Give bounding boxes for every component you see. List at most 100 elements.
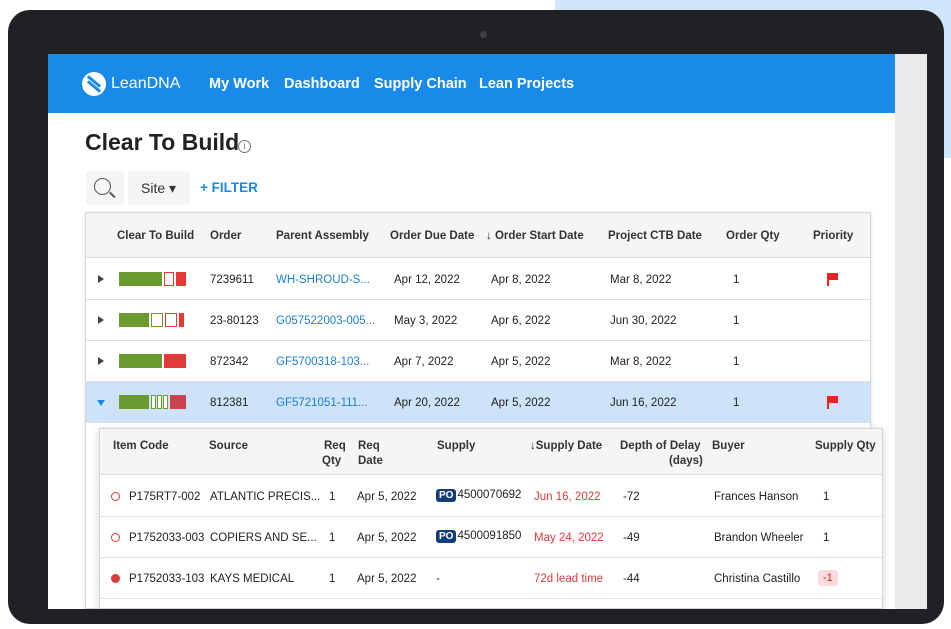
site-dropdown[interactable]: Site ▾ <box>128 171 190 205</box>
due-date-cell: Apr 7, 2022 <box>394 356 454 368</box>
col-item-code[interactable]: Item Code <box>113 439 169 454</box>
col-req-qty-line2[interactable]: Qty <box>322 454 341 469</box>
parent-assembly-link[interactable]: G057522003-005... <box>276 315 375 327</box>
supply-qty-cell: 1 <box>823 491 830 503</box>
expand-caret-icon[interactable] <box>98 275 104 283</box>
col-supply-date[interactable]: ↓Supply Date <box>530 439 602 454</box>
top-nav-bar: LeanDNA My Work Dashboard Supply Chain L… <box>48 54 895 113</box>
col-source[interactable]: Source <box>209 439 248 454</box>
parent-assembly-link[interactable]: GF5700318-103... <box>276 356 369 368</box>
supply-qty-cell: 1 <box>823 532 830 544</box>
supply-cell: - <box>436 573 440 585</box>
ctb-date-cell: Mar 8, 2022 <box>610 356 672 368</box>
ctb-segment-red <box>164 354 186 368</box>
col-order[interactable]: Order <box>210 230 241 242</box>
nav-supply-chain[interactable]: Supply Chain <box>374 76 467 92</box>
col-supply-qty[interactable]: Supply Qty <box>815 439 876 454</box>
qty-cell: 1 <box>733 397 740 409</box>
info-icon[interactable]: i <box>238 140 251 153</box>
qty-cell: 1 <box>733 356 740 368</box>
status-circle-icon <box>111 533 120 542</box>
col-req-date-line1[interactable]: Req <box>358 439 380 454</box>
page-title: Clear To Build <box>85 129 240 155</box>
parent-assembly-link[interactable]: GF5721051-111... <box>276 397 368 409</box>
req-date-cell: Apr 5, 2022 <box>357 573 417 585</box>
order-cell: 872342 <box>210 356 249 368</box>
supply-cell[interactable]: PO 4500070692 <box>436 489 521 502</box>
col-order-qty[interactable]: Order Qty <box>726 230 780 242</box>
delay-cell: -49 <box>623 532 640 544</box>
col-buyer[interactable]: Buyer <box>712 439 745 454</box>
laptop-frame: LeanDNA My Work Dashboard Supply Chain L… <box>8 10 944 624</box>
priority-flag-icon[interactable] <box>827 273 838 286</box>
ctb-segment-green <box>119 272 162 286</box>
item-code-link[interactable]: P1752033-103 <box>129 573 204 585</box>
ctb-segment-outline <box>164 272 174 286</box>
parent-assembly-link[interactable]: WH-SHROUD-S... <box>276 274 370 286</box>
supply-cell[interactable]: PO 4500091850 <box>436 530 521 543</box>
supply-number: 4500091850 <box>457 530 522 542</box>
ctb-date-cell: Jun 16, 2022 <box>610 397 677 409</box>
due-date-cell: Apr 20, 2022 <box>394 397 460 409</box>
col-depth-of-delay-line2[interactable]: (days) <box>669 454 703 469</box>
collapse-caret-icon[interactable] <box>97 400 105 406</box>
add-filter-button[interactable]: + FILTER <box>200 180 258 195</box>
table-row-selected[interactable]: 812381 GF5721051-111... Apr 20, 2022 Apr… <box>86 382 870 423</box>
status-circle-icon <box>111 492 120 501</box>
req-date-cell: Apr 5, 2022 <box>357 532 417 544</box>
nav-my-work[interactable]: My Work <box>209 76 269 92</box>
expand-caret-icon[interactable] <box>98 316 104 324</box>
buyer-cell: Frances Hanson <box>714 491 799 503</box>
start-date-cell: Apr 8, 2022 <box>491 274 551 286</box>
po-badge: PO <box>436 489 457 502</box>
list-item[interactable]: P1752033-103 KAYS MEDICAL 1 Apr 5, 2022 … <box>100 558 882 599</box>
order-cell: 23-80123 <box>210 315 259 327</box>
ctb-segment-outline <box>165 313 177 327</box>
start-date-cell: Apr 5, 2022 <box>491 356 551 368</box>
nav-dashboard[interactable]: Dashboard <box>284 76 360 92</box>
supply-date-cell: May 24, 2022 <box>534 532 604 544</box>
col-depth-of-delay-line1[interactable]: Depth of Delay <box>620 439 701 454</box>
ctb-date-cell: Mar 8, 2022 <box>610 274 672 286</box>
col-order-due-date[interactable]: Order Due Date <box>390 230 474 242</box>
req-qty-cell: 1 <box>329 491 336 503</box>
ctb-segment-outline <box>163 395 168 409</box>
ctb-date-cell: Jun 30, 2022 <box>610 315 677 327</box>
table-row[interactable]: 23-80123 G057522003-005... May 3, 2022 A… <box>86 300 870 341</box>
col-priority[interactable]: Priority <box>813 230 853 242</box>
item-code-link[interactable]: P175RT7-002 <box>129 491 200 503</box>
col-supply[interactable]: Supply <box>437 439 475 454</box>
req-date-cell: Apr 5, 2022 <box>357 491 417 503</box>
ctb-segment-green <box>119 354 162 368</box>
source-cell: ATLANTIC PRECIS... <box>210 491 321 503</box>
nav-lean-projects[interactable]: Lean Projects <box>479 76 574 92</box>
status-dot-icon <box>111 574 120 583</box>
col-project-ctb-date[interactable]: Project CTB Date <box>608 230 702 242</box>
qty-cell: 1 <box>733 315 740 327</box>
order-cell: 7239611 <box>210 274 254 286</box>
item-code-link[interactable]: P1752033-003 <box>129 532 204 544</box>
col-parent-assembly[interactable]: Parent Assembly <box>276 230 369 242</box>
qty-cell: 1 <box>733 274 740 286</box>
app-window: LeanDNA My Work Dashboard Supply Chain L… <box>48 54 895 609</box>
req-qty-cell: 1 <box>329 573 336 585</box>
screen: LeanDNA My Work Dashboard Supply Chain L… <box>48 54 927 609</box>
ctb-segment-outline <box>151 313 163 327</box>
col-order-start-date[interactable]: ↓ Order Start Date <box>486 230 584 242</box>
webcam <box>480 31 487 38</box>
brand-name[interactable]: LeanDNA <box>111 75 180 93</box>
table-row[interactable]: 872342 GF5700318-103... Apr 7, 2022 Apr … <box>86 341 870 382</box>
source-cell: COPIERS AND SE... <box>210 532 317 544</box>
col-clear-to-build[interactable]: Clear To Build <box>117 230 194 242</box>
start-date-cell: Apr 5, 2022 <box>491 397 551 409</box>
ctb-segment-red <box>179 313 184 327</box>
list-item[interactable]: P175RT7-002 ATLANTIC PRECIS... 1 Apr 5, … <box>100 476 882 517</box>
col-req-qty-line1[interactable]: Req <box>324 439 346 454</box>
col-req-date-line2[interactable]: Date <box>358 454 383 469</box>
po-badge: PO <box>436 530 457 543</box>
table-row[interactable]: 7239611 WH-SHROUD-S... Apr 12, 2022 Apr … <box>86 259 870 300</box>
leandna-logo-icon[interactable] <box>82 72 106 96</box>
list-item[interactable]: P1752033-003 COPIERS AND SE... 1 Apr 5, … <box>100 517 882 558</box>
expand-caret-icon[interactable] <box>98 357 104 365</box>
priority-flag-icon[interactable] <box>827 396 838 409</box>
